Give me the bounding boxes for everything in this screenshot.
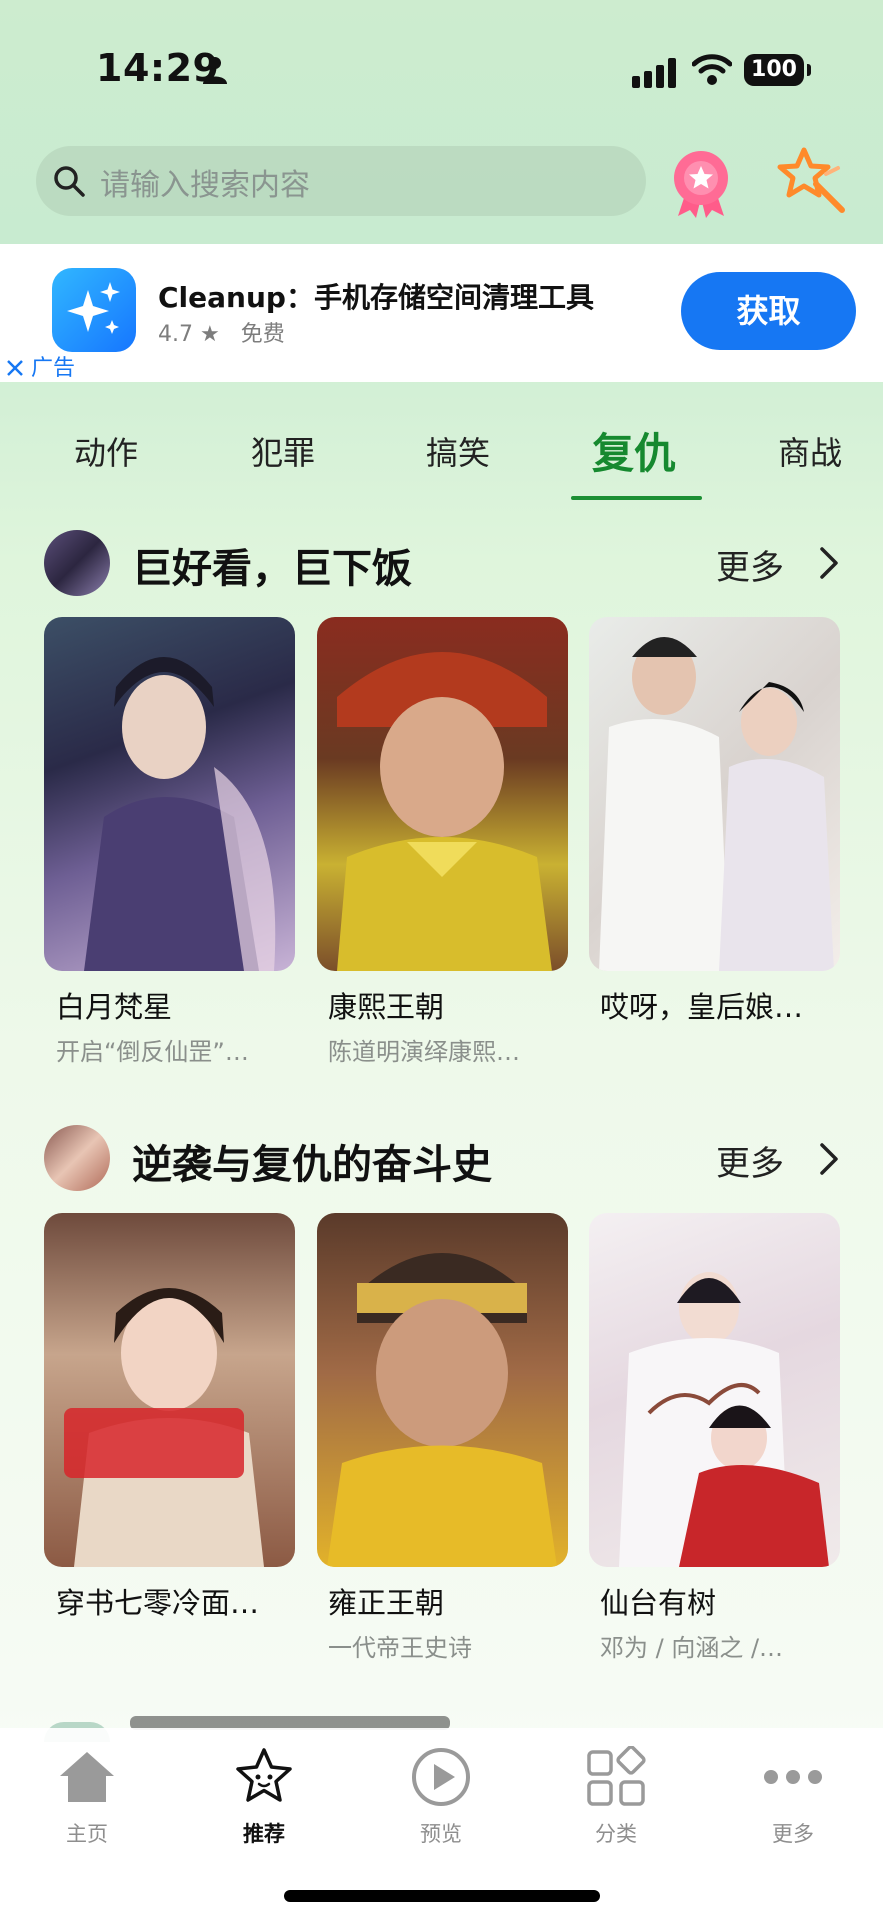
card-title[interactable]: 白月梵星 — [56, 984, 306, 1026]
card-title[interactable]: 仙台有树 — [600, 1580, 850, 1622]
get-button[interactable]: 获取 — [681, 272, 856, 350]
star-face-icon[interactable] — [233, 1746, 295, 1808]
card-title[interactable]: 康熙王朝 — [328, 984, 578, 1026]
poster-image[interactable] — [317, 1213, 568, 1567]
poster-image[interactable] — [589, 617, 840, 971]
tab-comedy[interactable]: 搞笑 — [426, 428, 490, 474]
tab-home-label[interactable]: 主页 — [37, 1818, 137, 1848]
cellular-signal-icon — [632, 58, 676, 88]
poster-image[interactable] — [44, 617, 295, 971]
search-placeholder: 请输入搜索内容 — [100, 168, 310, 203]
ad-rating: 4.7 ★ — [158, 322, 220, 347]
chevron-right-icon[interactable] — [818, 1142, 840, 1176]
ad-price: 免费 — [240, 322, 285, 347]
poster-art — [337, 652, 552, 971]
section-title: 逆袭与复仇的奋斗史 — [132, 1142, 492, 1188]
more-link[interactable]: 更多 — [716, 1136, 784, 1185]
poster-art — [64, 1288, 264, 1567]
poster-image[interactable] — [589, 1213, 840, 1567]
sparkle-icon — [67, 282, 120, 334]
card-subtitle: 开启“倒反仙罡”… — [56, 1038, 249, 1066]
card-subtitle: 邓为 / 向涵之 /… — [600, 1634, 784, 1662]
award-badge-icon[interactable] — [668, 148, 734, 220]
tab-category-label[interactable]: 分类 — [566, 1818, 666, 1848]
more-link[interactable]: 更多 — [716, 540, 784, 589]
tab-preview-label[interactable]: 预览 — [391, 1818, 491, 1848]
card-title[interactable]: 哎呀，皇后娘… — [600, 984, 850, 1026]
poster-image[interactable] — [44, 1213, 295, 1567]
section-avatar — [44, 530, 110, 596]
poster-image[interactable] — [317, 617, 568, 971]
status-time: 14:29 — [96, 46, 220, 90]
ad-label: 广告 — [31, 356, 76, 381]
card-subtitle: 一代帝王史诗 — [328, 1634, 472, 1662]
card-subtitle: 陈道明演绎康熙… — [328, 1038, 520, 1066]
chevron-right-icon[interactable] — [818, 546, 840, 580]
tab-more-label[interactable]: 更多 — [743, 1818, 843, 1848]
close-icon — [7, 360, 23, 376]
play-icon[interactable] — [410, 1746, 472, 1808]
magic-star-icon[interactable] — [776, 144, 848, 216]
ad-rating-row: 4.7 ★ 免费 — [158, 316, 285, 348]
battery-indicator: 100 — [744, 54, 811, 86]
poster-art — [84, 657, 276, 971]
more-icon[interactable] — [762, 1746, 824, 1808]
tab-crime[interactable]: 犯罪 — [251, 428, 315, 474]
wifi-icon — [692, 54, 732, 85]
poster-art — [619, 1272, 829, 1567]
section-title: 巨好看，巨下饭 — [132, 546, 412, 592]
home-indicator — [284, 1890, 600, 1902]
search-icon — [54, 166, 85, 197]
card-title[interactable]: 雍正王朝 — [328, 1580, 578, 1622]
ad-close-button[interactable]: 广告 — [6, 350, 75, 382]
tab-recommend-label[interactable]: 推荐 — [214, 1818, 314, 1848]
tab-revenge[interactable]: 复仇 — [592, 420, 676, 481]
tab-action[interactable]: 动作 — [74, 428, 138, 474]
ad-app-name[interactable]: Cleanup：手机存储空间清理工具 — [158, 276, 594, 316]
card-title[interactable]: 穿书七零冷面… — [56, 1580, 306, 1622]
tab-business[interactable]: 商战 — [778, 428, 842, 474]
active-tab-indicator — [571, 496, 702, 500]
category-icon[interactable] — [585, 1746, 647, 1808]
home-icon[interactable] — [56, 1746, 118, 1808]
poster-art — [327, 1253, 557, 1567]
person-icon — [203, 57, 227, 84]
section-avatar — [44, 1125, 110, 1191]
poster-art — [599, 637, 834, 971]
app-icon-cleanup[interactable] — [52, 268, 136, 352]
